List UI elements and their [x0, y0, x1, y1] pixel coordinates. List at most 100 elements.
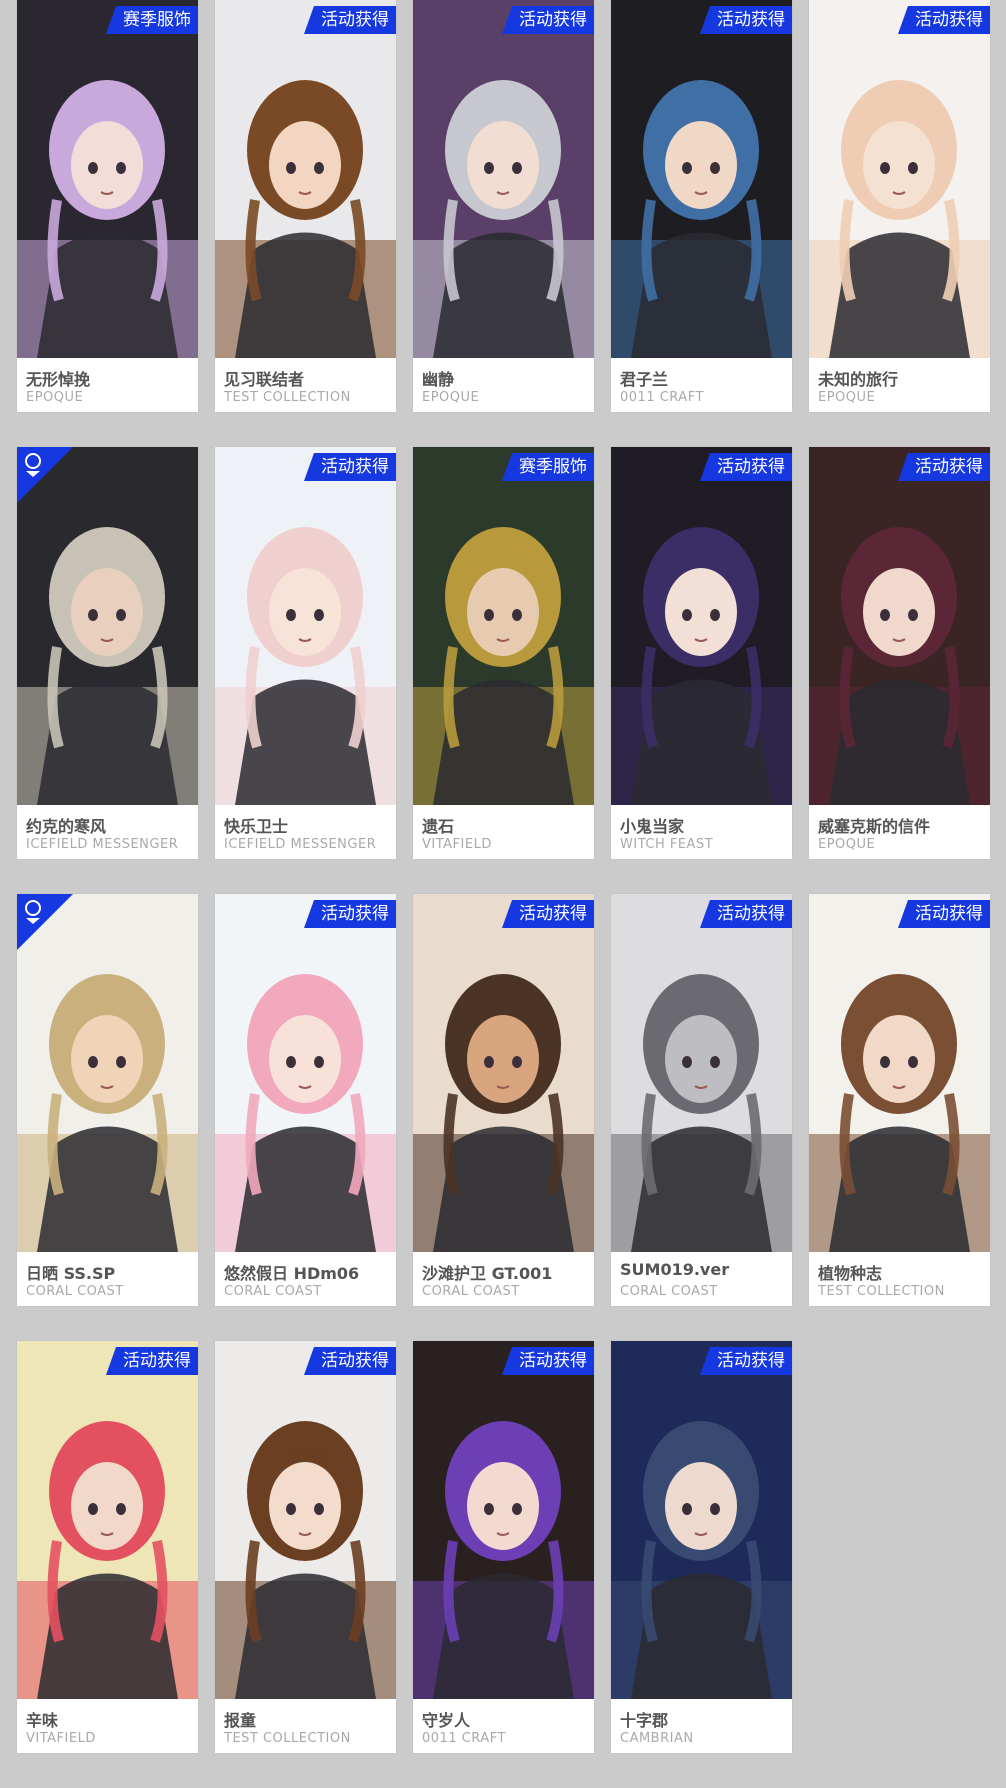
source-badge: 活动获得	[502, 900, 594, 928]
skin-card[interactable]: 活动获得威塞克斯的信件 EPOQUE	[809, 447, 990, 859]
skin-brand: EPOQUE	[26, 390, 84, 405]
skin-card[interactable]: 活动获得君子兰 0011 CRAFT	[611, 0, 792, 412]
skin-grid: 赛季服饰 无形悼挽 EPOQUE 活动获得 见习联结者 TEST COLLECTION 活动…	[0, 0, 1006, 1788]
skin-name: 幽静	[422, 370, 455, 389]
skin-portrait	[17, 0, 198, 358]
skin-brand: EPOQUE	[818, 837, 876, 852]
skin-name: 辛味	[26, 1711, 59, 1730]
source-badge: 活动获得	[700, 900, 792, 928]
skin-name: 十字郡	[620, 1711, 669, 1730]
skin-portrait	[413, 1341, 594, 1699]
skin-name: 遗石	[422, 817, 455, 836]
skin-card[interactable]: 活动获得未知的旅行 EPOQUE	[809, 0, 990, 412]
skin-name: 未知的旅行	[818, 370, 899, 389]
source-badge: 赛季服饰	[502, 453, 594, 481]
skin-portrait	[17, 1341, 198, 1699]
skin-name: 君子兰	[620, 370, 669, 389]
skin-card[interactable]: 活动获得 报童 TEST COLLECTION	[215, 1341, 396, 1753]
skin-brand: EPOQUE	[818, 390, 876, 405]
skin-portrait	[215, 447, 396, 805]
skin-brand: CORAL COAST	[224, 1284, 322, 1299]
skin-card[interactable]: 活动获得 见习联结者 TEST COLLECTION	[215, 0, 396, 412]
source-badge: 活动获得	[700, 1347, 792, 1375]
skin-name: SUM019.ver	[620, 1260, 730, 1279]
skin-brand: TEST COLLECTION	[818, 1284, 945, 1299]
skin-brand: CAMBRIAN	[620, 1731, 694, 1746]
skin-name: 悠然假日 HDm06	[224, 1264, 360, 1283]
skin-name: 小鬼当家	[620, 817, 685, 836]
skin-portrait	[611, 1341, 792, 1699]
portrait-art	[215, 1341, 396, 1699]
skin-portrait	[413, 894, 594, 1252]
skin-portrait	[611, 0, 792, 358]
skin-card[interactable]: 活动获得 守岁人 0011 CRAFT	[413, 1341, 594, 1753]
skin-brand: CORAL COAST	[620, 1284, 718, 1299]
skin-brand: ICEFIELD MESSENGER	[224, 837, 377, 852]
source-badge: 活动获得	[502, 6, 594, 34]
portrait-art	[215, 0, 396, 358]
portrait-art	[413, 1341, 594, 1699]
skin-card[interactable]: 活动获得辛味 VITAFIELD	[17, 1341, 198, 1753]
skin-card[interactable]: 活动获得悠然假日 HDm06 CORAL COAST	[215, 894, 396, 1306]
portrait-art	[611, 894, 792, 1252]
skin-brand: CORAL COAST	[26, 1284, 124, 1299]
portrait-art	[413, 0, 594, 358]
portrait-art	[17, 1341, 198, 1699]
source-badge: 活动获得	[898, 453, 990, 481]
skin-card[interactable]: 活动获得沙滩护卫 GT.001 CORAL COAST	[413, 894, 594, 1306]
portrait-art	[17, 0, 198, 358]
skin-name: 约克的寒风	[26, 817, 107, 836]
skin-portrait	[611, 447, 792, 805]
skin-card[interactable]: 赛季服饰无形悼挽 EPOQUE	[17, 0, 198, 412]
skin-brand: VITAFIELD	[26, 1731, 96, 1746]
skin-name: 无形悼挽	[26, 370, 91, 389]
skin-card[interactable]: 活动获得十字郡 CAMBRIAN	[611, 1341, 792, 1753]
skin-name: 守岁人	[422, 1711, 471, 1730]
source-badge: 活动获得	[700, 453, 792, 481]
skin-card[interactable]: 约克的寒风 ICEFIELD MESSENGER	[17, 447, 198, 859]
premium-emblem-icon	[17, 894, 73, 950]
skin-portrait	[215, 894, 396, 1252]
portrait-art	[215, 447, 396, 805]
portrait-art	[809, 0, 990, 358]
portrait-art	[215, 894, 396, 1252]
skin-card[interactable]: 赛季服饰遗石 VITAFIELD	[413, 447, 594, 859]
source-badge: 活动获得	[106, 1347, 198, 1375]
source-badge: 活动获得	[898, 900, 990, 928]
skin-name: 快乐卫士	[224, 817, 289, 836]
skin-brand: VITAFIELD	[422, 837, 492, 852]
source-badge: 活动获得	[304, 1347, 396, 1375]
source-badge: 赛季服饰	[106, 6, 198, 34]
portrait-art	[413, 447, 594, 805]
skin-portrait	[215, 1341, 396, 1699]
portrait-art	[611, 1341, 792, 1699]
source-badge: 活动获得	[304, 6, 396, 34]
source-badge: 活动获得	[304, 900, 396, 928]
skin-card[interactable]: 日晒 SS.SP CORAL COAST	[17, 894, 198, 1306]
source-badge: 活动获得	[700, 6, 792, 34]
portrait-art	[809, 894, 990, 1252]
skin-portrait	[611, 894, 792, 1252]
skin-portrait	[413, 0, 594, 358]
skin-name: 沙滩护卫 GT.001	[422, 1264, 553, 1283]
skin-brand: CORAL COAST	[422, 1284, 520, 1299]
skin-brand: 0011 CRAFT	[620, 390, 704, 405]
source-badge: 活动获得	[304, 453, 396, 481]
source-badge: 活动获得	[502, 1347, 594, 1375]
portrait-art	[611, 0, 792, 358]
skin-card[interactable]: 活动获得 SUM019.ver CORAL COAST	[611, 894, 792, 1306]
skin-card[interactable]: 活动获得快乐卫士 ICEFIELD MESSENGER	[215, 447, 396, 859]
skin-name: 威塞克斯的信件	[818, 817, 931, 836]
skin-card[interactable]: 活动获得 幽静 EPOQUE	[413, 0, 594, 412]
skin-name: 日晒 SS.SP	[26, 1264, 116, 1283]
skin-name: 植物种志	[818, 1264, 883, 1283]
premium-emblem-icon	[17, 447, 73, 503]
skin-portrait	[809, 894, 990, 1252]
skin-card[interactable]: 活动获得植物种志 TEST COLLECTION	[809, 894, 990, 1306]
skin-brand: TEST COLLECTION	[224, 390, 351, 405]
skin-card[interactable]: 活动获得 小鬼当家 WITCH FEAST	[611, 447, 792, 859]
source-badge: 活动获得	[898, 6, 990, 34]
portrait-art	[413, 894, 594, 1252]
skin-portrait	[215, 0, 396, 358]
skin-portrait	[809, 447, 990, 805]
